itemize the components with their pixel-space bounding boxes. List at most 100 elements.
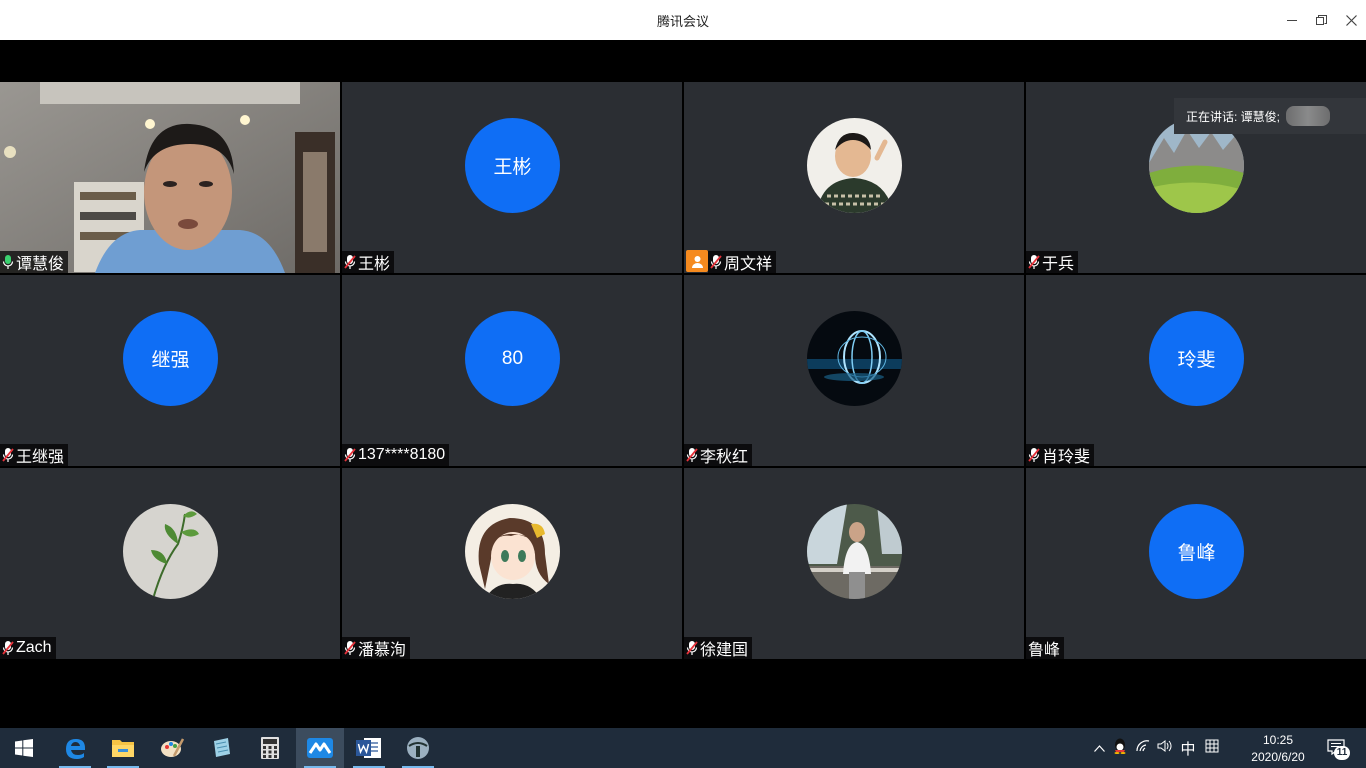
taskbar-app[interactable] [394,728,442,768]
taskbar-paint[interactable] [148,728,196,768]
mic-muted-icon [686,641,698,655]
clock-date: 2020/6/20 [1251,750,1305,764]
name-tag: 徐建国 [684,637,753,659]
participant-name: 潘慕洵 [358,642,407,659]
ime-indicator[interactable]: 中 [1176,738,1200,759]
participant-tile[interactable]: 玲斐 肖玲斐 [1026,275,1366,466]
participant-tile[interactable]: 鲁峰 鲁峰 [1026,468,1366,659]
wifi-icon [1136,740,1150,752]
speaking-indicator: 正在讲话: 谭慧俊; [1174,98,1366,134]
start-button[interactable] [0,728,48,768]
participant-name: 徐建国 [700,642,749,659]
name-tag: 潘慕洵 [342,637,411,659]
taskbar-calculator[interactable] [246,728,294,768]
participant-name: 李秋红 [700,449,749,466]
profile-photo [123,504,218,599]
mic-muted-icon [710,255,722,269]
mic-muted-icon [344,448,356,462]
taskbar-word[interactable] [345,728,393,768]
tencent-meeting-icon [307,738,333,758]
name-tag: Zach [0,637,56,659]
participant-tile[interactable]: 80 137****8180 [342,275,682,466]
avatar [123,504,218,599]
start-icon [15,739,33,757]
network-button[interactable] [1132,739,1154,757]
mic-active-icon [2,255,14,269]
avatar: 80 [465,311,560,406]
restore-button[interactable] [1309,8,1333,32]
avatar [807,504,902,599]
avatar: 玲斐 [1149,311,1244,406]
speaking-label: 正在讲话: 谭慧俊; [1186,109,1281,124]
edge-icon [66,739,85,759]
file-explorer-icon [112,740,134,757]
person-icon [691,255,703,268]
avatar: 鲁峰 [1149,504,1244,599]
name-tag: 137****8180 [342,444,450,466]
ime-mode-button[interactable] [1200,739,1224,758]
participant-name: 王继强 [16,449,65,466]
participant-tile[interactable]: 徐建国 [684,468,1024,659]
avatar-initials: 玲斐 [1177,350,1216,371]
profile-photo [807,311,902,406]
name-tag: 李秋红 [684,444,753,466]
minimize-icon [1287,19,1297,21]
name-tag: 王继强 [0,444,69,466]
profile-photo [807,504,902,599]
avatar-initials: 继强 [151,350,190,371]
taskbar-edge[interactable] [51,728,99,768]
volume-button[interactable] [1154,739,1176,758]
avatar [465,504,560,599]
avatar: 王彬 [465,118,560,213]
video-grid: 谭慧俊 王彬 王彬 周文祥 于兵 继强 王继强 80 137****8180 李… [0,82,1366,660]
participant-name: 谭慧俊 [16,256,65,273]
speaker-icon [1157,739,1172,752]
mic-muted-icon [2,641,14,655]
participant-tile[interactable]: 潘慕洵 [342,468,682,659]
qq-icon [1114,738,1126,754]
taskbar-tencent-meeting[interactable] [296,728,344,768]
avatar-initials: 鲁峰 [1177,543,1216,564]
participant-tile[interactable]: Zach [0,468,340,659]
show-hidden-icons-button[interactable] [1090,739,1108,757]
word-icon [356,738,381,758]
webcam-video [0,82,340,273]
minimize-button[interactable] [1280,8,1304,32]
mic-muted-icon [1028,255,1040,269]
qq-tray-button[interactable] [1108,738,1132,759]
close-button[interactable] [1339,8,1363,32]
participant-tile[interactable]: 李秋红 [684,275,1024,466]
paint-icon [161,738,184,757]
notes-icon [214,738,230,757]
name-tag: 于兵 [1026,251,1079,273]
participant-name: 周文祥 [724,256,773,273]
participant-name: 肖玲斐 [1042,449,1091,466]
action-center-button[interactable]: 11 [1318,728,1358,768]
title-bar: 腾讯会议 [0,0,1366,40]
window-title: 腾讯会议 [656,14,709,29]
avatar-initials: 王彬 [493,157,532,178]
participant-tile[interactable]: 谭慧俊 [0,82,340,273]
taskbar-notes[interactable] [197,728,245,768]
avatar-initials: 80 [501,347,524,369]
notification-count-badge: 11 [1334,746,1350,760]
mic-muted-icon [344,641,356,655]
participant-name: 王彬 [358,256,391,273]
participant-tile[interactable]: 周文祥 [684,82,1024,273]
app-icon [407,737,429,759]
grid-keyboard-icon [1205,739,1219,752]
profile-photo [807,118,902,213]
mic-muted-icon [686,448,698,462]
name-tag: 肖玲斐 [1026,444,1095,466]
taskbar-file-explorer[interactable] [99,728,147,768]
participant-name: 鲁峰 [1028,642,1061,659]
mic-muted-icon [1028,448,1040,462]
participant-name: 137****8180 [358,446,446,463]
participant-tile[interactable]: 继强 王继强 [0,275,340,466]
participant-tile[interactable]: 王彬 王彬 [342,82,682,273]
clock[interactable]: 10:25 2020/6/20 [1246,732,1310,766]
mic-muted-icon [344,255,356,269]
mic-muted-icon [2,448,14,462]
participant-name: 于兵 [1042,256,1075,273]
taskbar: 中 10:25 2020/6/20 11 [0,728,1366,768]
